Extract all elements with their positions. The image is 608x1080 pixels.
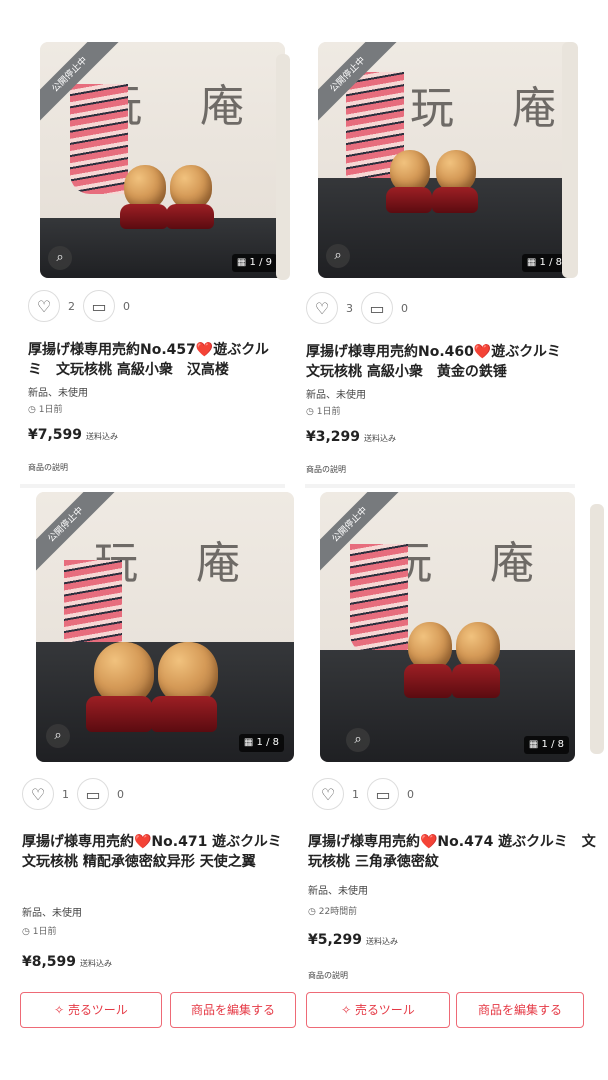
walnut-left-image <box>124 165 166 209</box>
next-image-preview[interactable] <box>276 54 290 280</box>
grid-icon: ▦ <box>528 739 542 750</box>
heart-outline-icon[interactable]: ♡ <box>22 778 54 810</box>
product-photo[interactable]: 玩 庵 公開停止中 ⌕ ▦ 1 / 8 <box>36 492 294 762</box>
divider <box>20 484 285 488</box>
likes-count: 2 <box>68 299 75 313</box>
comment-icon[interactable]: ▭ <box>367 778 399 810</box>
fan-image <box>350 544 408 654</box>
walnut-left-image <box>390 150 430 192</box>
shipping-note: 送料込み <box>86 432 119 441</box>
wooden-stand-left <box>120 204 168 229</box>
wooden-stand-left <box>386 187 432 213</box>
listing-card: 玩 庵 公開停止中 ⌕ ▦ 1 / 9 ♡ 2 ▭ 0 厚揚げ様専用売約No.4… <box>22 42 290 482</box>
wooden-stand-left <box>86 696 152 732</box>
walnut-right-image <box>158 642 218 704</box>
magic-tool-icon: ✧ <box>54 1003 69 1017</box>
clock-icon: ◷ <box>22 927 30 937</box>
comments-count: 0 <box>407 787 414 801</box>
magic-tool-icon: ✧ <box>341 1003 356 1017</box>
likes-count: 3 <box>346 301 353 315</box>
price: ¥5,299 送料込み <box>308 932 399 948</box>
shipping-note: 送料込み <box>366 937 399 946</box>
next-image-preview[interactable] <box>590 504 604 754</box>
wooden-stand-right <box>151 696 217 732</box>
image-counter: ▦ 1 / 8 <box>521 254 567 272</box>
divider <box>305 484 575 488</box>
comments-count: 0 <box>401 301 408 315</box>
shipping-note: 送料込み <box>364 434 397 443</box>
price: ¥3,299 送料込み <box>306 429 397 445</box>
heart-outline-icon[interactable]: ♡ <box>306 292 338 324</box>
description-label: 商品の説明 <box>308 971 348 980</box>
grid-icon: ▦ <box>526 257 540 268</box>
engagement-stats: ♡ 1 ▭ 0 <box>312 778 414 810</box>
listing-card: 玩 庵 公開停止中 ⌕ ▦ 1 / 8 ♡ 1 ▭ 0 厚揚げ様専用売約❤️No… <box>304 492 604 982</box>
grid-icon: ▦ <box>243 737 257 748</box>
product-title[interactable]: 厚揚げ様専用売約No.460❤️遊ぶクルミ 文玩核桃 高級小衆 黄金の鉄锤 <box>306 342 575 382</box>
product-title[interactable]: 厚揚げ様専用売約❤️No.471 遊ぶクルミ 文玩核桃 精配承徳密紋异形 天使之… <box>22 832 296 872</box>
condition: 新品、未使用 <box>306 390 366 401</box>
comment-icon[interactable]: ▭ <box>77 778 109 810</box>
posted-time: ◷ 22時間前 <box>308 907 358 917</box>
clock-icon: ◷ <box>308 907 316 917</box>
listing-card: 玩 庵 公開停止中 ⌕ ▦ 1 / 8 ♡ 1 ▭ 0 厚揚げ様専用売約❤️No… <box>12 492 297 982</box>
posted-time: ◷ 1日前 <box>22 927 57 937</box>
likes-count: 1 <box>62 787 69 801</box>
image-search-icon[interactable]: ⌕ <box>46 724 70 748</box>
product-photo[interactable]: 玩 庵 公開停止中 ⌕ ▦ 1 / 8 <box>318 42 573 278</box>
heart-outline-icon[interactable]: ♡ <box>28 290 60 322</box>
walnut-left-image <box>408 622 452 670</box>
product-title[interactable]: 厚揚げ様専用売約No.457❤️遊ぶクルミ 文玩核桃 高級小衆 汉高楼 <box>28 340 280 380</box>
image-search-icon[interactable]: ⌕ <box>346 728 370 752</box>
edit-item-button[interactable]: 商品を編集する <box>456 992 584 1028</box>
image-search-icon[interactable]: ⌕ <box>326 244 350 268</box>
walnut-right-image <box>456 622 500 670</box>
description-label: 商品の説明 <box>306 465 346 474</box>
comment-icon[interactable]: ▭ <box>361 292 393 324</box>
grid-icon: ▦ <box>236 257 250 268</box>
image-search-icon[interactable]: ⌕ <box>48 246 72 270</box>
product-photo[interactable]: 玩 庵 公開停止中 ⌕ ▦ 1 / 9 <box>40 42 285 278</box>
wooden-stand-right <box>166 204 214 229</box>
comments-count: 0 <box>123 299 130 313</box>
image-counter: ▦ 1 / 8 <box>523 736 569 754</box>
walnut-right-image <box>170 165 212 209</box>
calligraphy-text: 玩 庵 <box>388 538 556 589</box>
next-image-preview[interactable] <box>562 42 578 278</box>
wooden-stand-left <box>404 664 452 698</box>
sell-tool-button[interactable]: ✧ 売るツール <box>306 992 450 1028</box>
posted-time: ◷ 1日前 <box>306 407 341 417</box>
engagement-stats: ♡ 2 ▭ 0 <box>28 290 130 322</box>
engagement-stats: ♡ 1 ▭ 0 <box>22 778 124 810</box>
price: ¥8,599 送料込み <box>22 954 113 970</box>
wooden-stand-right <box>432 187 478 213</box>
edit-item-button[interactable]: 商品を編集する <box>170 992 296 1028</box>
engagement-stats: ♡ 3 ▭ 0 <box>306 292 408 324</box>
comments-count: 0 <box>117 787 124 801</box>
price: ¥7,599 送料込み <box>28 427 119 443</box>
clock-icon: ◷ <box>306 407 314 417</box>
walnut-right-image <box>436 150 476 192</box>
likes-count: 1 <box>352 787 359 801</box>
product-title[interactable]: 厚揚げ様専用売約❤️No.474 遊ぶクルミ 文玩核桃 三角承徳密紋 <box>308 832 598 872</box>
fan-image <box>70 84 128 194</box>
wooden-stand-right <box>452 664 500 698</box>
clock-icon: ◷ <box>28 405 36 415</box>
posted-time: ◷ 1日前 <box>28 405 63 415</box>
product-photo[interactable]: 玩 庵 公開停止中 ⌕ ▦ 1 / 8 <box>320 492 575 762</box>
listing-card: 玩 庵 公開停止中 ⌕ ▦ 1 / 8 ♡ 3 ▭ 0 厚揚げ様専用売約No.4… <box>298 42 578 482</box>
condition: 新品、未使用 <box>22 908 82 919</box>
description-label: 商品の説明 <box>28 463 68 472</box>
calligraphy-text: 玩 庵 <box>410 83 573 134</box>
sell-tool-button[interactable]: ✧ 売るツール <box>20 992 162 1028</box>
condition: 新品、未使用 <box>28 388 88 399</box>
walnut-left-image <box>94 642 154 704</box>
image-counter: ▦ 1 / 9 <box>231 254 277 272</box>
shipping-note: 送料込み <box>80 959 113 968</box>
image-counter: ▦ 1 / 8 <box>238 734 284 752</box>
heart-outline-icon[interactable]: ♡ <box>312 778 344 810</box>
comment-icon[interactable]: ▭ <box>83 290 115 322</box>
condition: 新品、未使用 <box>308 886 368 897</box>
